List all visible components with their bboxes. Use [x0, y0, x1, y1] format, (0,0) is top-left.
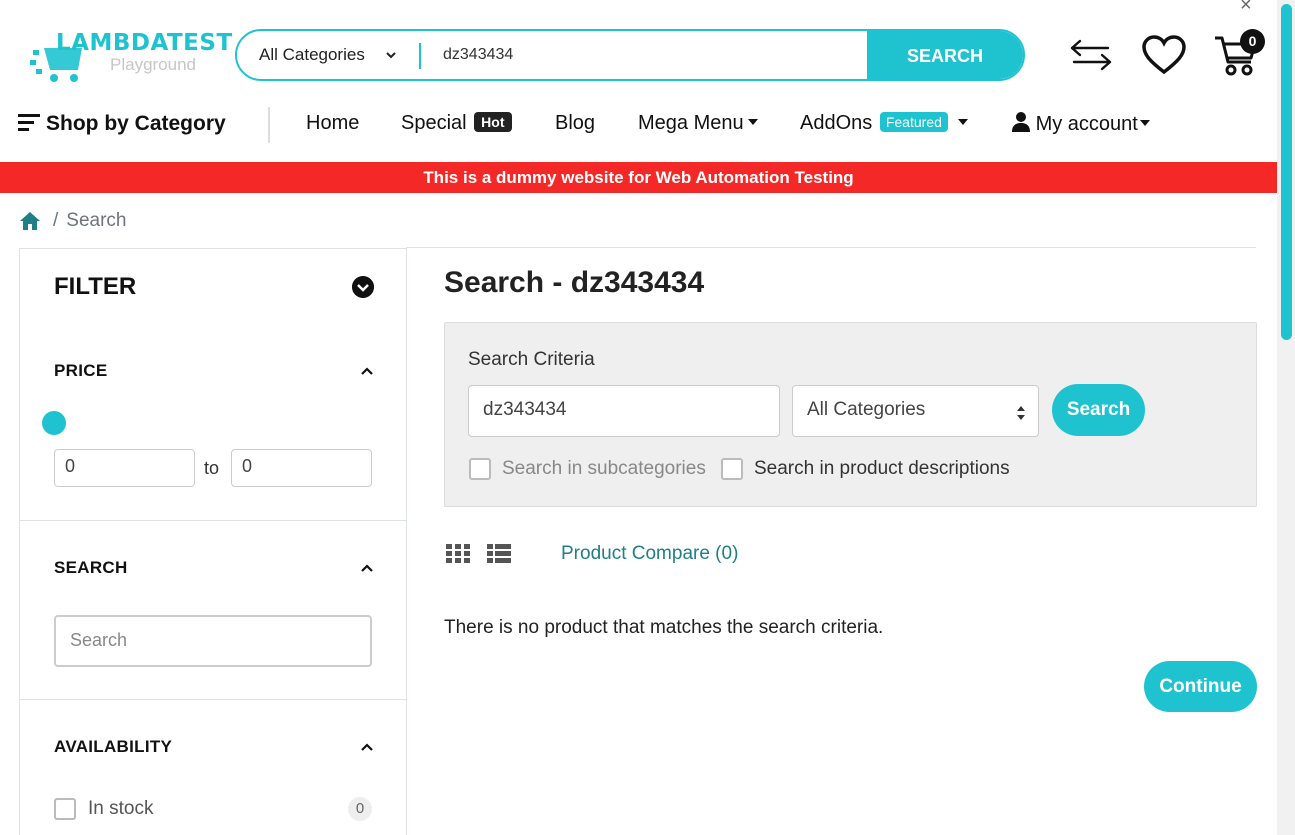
grid-view-icon[interactable] — [446, 543, 470, 565]
heart-icon[interactable] — [1141, 34, 1187, 76]
site-logo[interactable]: LAMBDATEST Playground — [30, 28, 232, 86]
sidebar-divider — [20, 699, 406, 700]
cart-count-badge: 0 — [1240, 29, 1265, 54]
nav-mega-menu-label: Mega Menu — [638, 112, 744, 134]
search-criteria-panel: Search Criteria dz343434 All Categories … — [444, 322, 1257, 507]
chevron-up-icon[interactable] — [360, 563, 374, 573]
sidebar-search-input[interactable]: Search — [54, 615, 372, 667]
price-section-title: PRICE — [54, 361, 108, 380]
page-title: Search - dz343434 — [444, 266, 705, 299]
caret-down-icon — [1139, 120, 1150, 126]
nav-addons[interactable]: AddOns Featured — [800, 112, 968, 135]
category-select[interactable]: All Categories — [259, 45, 365, 65]
search-criteria-label: Search Criteria — [468, 349, 595, 370]
caret-down-icon — [747, 119, 758, 125]
nav-special-label: Special — [401, 112, 467, 134]
site-header: LAMBDATEST Playground All Categories dz3… — [0, 0, 1277, 108]
breadcrumb: / Search — [19, 208, 126, 234]
shop-by-category-label: Shop by Category — [46, 112, 226, 135]
descriptions-label: Search in product descriptions — [754, 458, 1010, 479]
page-scrollbar[interactable] — [1277, 0, 1295, 835]
continue-button[interactable]: Continue — [1144, 661, 1257, 712]
nav-divider — [268, 107, 270, 143]
header-search-input[interactable]: dz343434 — [443, 46, 513, 64]
caret-down-icon — [957, 119, 968, 125]
nav-mega-menu[interactable]: Mega Menu — [638, 112, 758, 135]
header-search-bar: All Categories dz343434 SEARCH — [235, 29, 1025, 81]
price-max-input[interactable]: 0 — [231, 449, 372, 487]
nav-addons-label: AddOns — [800, 112, 873, 134]
price-to-label: to — [204, 458, 220, 478]
dummy-site-banner: This is a dummy website for Web Automati… — [0, 162, 1277, 193]
subcategories-checkbox[interactable] — [469, 458, 491, 480]
filter-collapse-icon[interactable] — [352, 276, 374, 298]
nav-my-account-label: My account — [1035, 113, 1138, 135]
in-stock-checkbox[interactable] — [54, 798, 76, 820]
chevron-up-icon[interactable] — [360, 366, 374, 376]
descriptions-checkbox[interactable] — [721, 458, 743, 480]
price-slider-handle[interactable] — [42, 411, 66, 435]
scrollbar-thumb[interactable] — [1281, 4, 1292, 340]
shop-by-category-menu[interactable]: Shop by Category — [18, 112, 226, 136]
sidebar-divider — [20, 520, 406, 521]
menu-icon — [18, 114, 40, 131]
nav-special[interactable]: Special Hot — [401, 112, 512, 135]
filter-title: FILTER — [54, 273, 137, 300]
search-keyword-input[interactable]: dz343434 — [468, 385, 780, 437]
search-section-title: SEARCH — [54, 558, 128, 577]
search-category-select[interactable]: All Categories — [792, 385, 1039, 437]
no-results-message: There is no product that matches the sea… — [444, 617, 884, 638]
search-category-value: All Categories — [807, 399, 926, 420]
featured-badge: Featured — [879, 112, 948, 132]
content-divider — [406, 247, 1256, 248]
nav-blog[interactable]: Blog — [555, 112, 595, 135]
search-divider — [419, 43, 421, 69]
filter-sidebar: FILTER PRICE 0 to 0 SEARCH Search AVAILA… — [19, 248, 407, 835]
chevron-down-icon — [386, 52, 396, 59]
in-stock-count: 0 — [348, 797, 372, 821]
main-nav: Shop by Category Home Special Hot Blog M… — [0, 103, 1277, 149]
breadcrumb-separator: / — [53, 210, 59, 231]
subcategories-label: Search in subcategories — [502, 458, 706, 479]
header-search-button[interactable]: SEARCH — [867, 31, 1023, 79]
search-button[interactable]: Search — [1052, 384, 1145, 436]
select-updown-icon — [1017, 406, 1025, 420]
in-stock-label: In stock — [88, 798, 154, 819]
close-icon[interactable]: × — [1240, 0, 1252, 17]
price-min-input[interactable]: 0 — [54, 449, 195, 487]
hot-badge: Hot — [474, 112, 512, 132]
logo-brand-text: LAMBDATEST — [56, 30, 233, 56]
availability-section-title: AVAILABILITY — [54, 737, 173, 756]
breadcrumb-current: Search — [66, 210, 127, 231]
nav-home[interactable]: Home — [306, 112, 359, 135]
compare-arrows-icon[interactable] — [1068, 38, 1114, 72]
product-compare-link[interactable]: Product Compare (0) — [561, 543, 738, 565]
list-view-icon[interactable] — [487, 543, 511, 565]
nav-my-account[interactable]: My account — [1012, 112, 1150, 136]
logo-sub-text: Playground — [110, 55, 197, 74]
user-icon — [1012, 112, 1030, 132]
home-icon[interactable] — [19, 211, 41, 231]
chevron-up-icon[interactable] — [360, 742, 374, 752]
